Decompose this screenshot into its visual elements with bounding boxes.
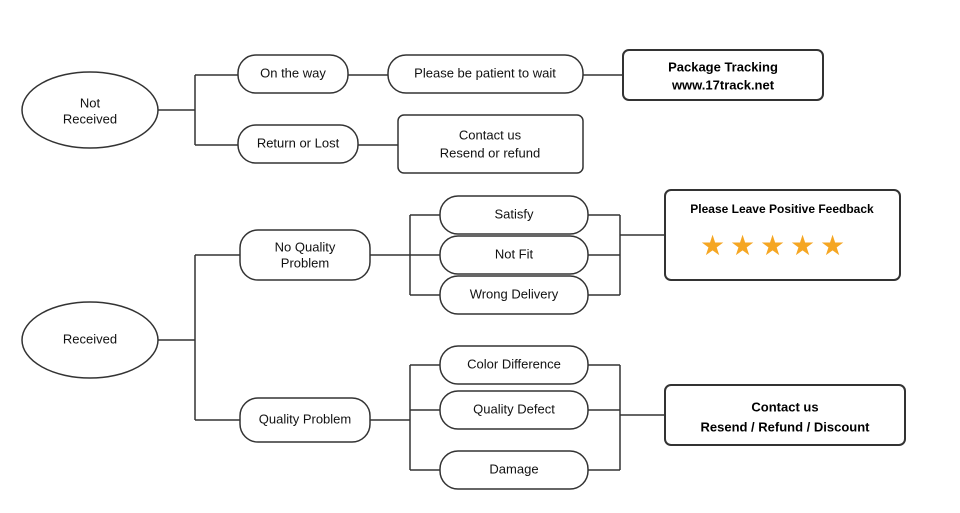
wrong-delivery-label: Wrong Delivery [470,286,559,301]
contact-resend-refund-discount-label1: Contact us [751,399,818,414]
color-difference-label: Color Difference [467,356,561,371]
star5: ★ [820,230,845,261]
not-fit-label: Not Fit [495,246,534,261]
star3: ★ [760,230,785,261]
no-quality-problem-label1: No Quality [275,239,336,254]
contact-resend-refund-label2: Resend or refund [440,145,540,160]
damage-label: Damage [489,461,538,476]
return-or-lost-label: Return or Lost [257,135,340,150]
quality-problem-label: Quality Problem [259,411,351,426]
star1: ★ [700,230,725,261]
contact-resend-refund-label1: Contact us [459,127,522,142]
received-label: Received [63,331,117,346]
package-tracking-label1: Package Tracking [668,59,778,74]
quality-defect-label: Quality Defect [473,401,555,416]
not-received-label: Not [80,95,101,110]
be-patient-label: Please be patient to wait [414,65,556,80]
contact-resend-refund-discount-label2: Resend / Refund / Discount [700,419,870,434]
on-the-way-label: On the way [260,65,326,80]
contact-resend-refund-node [398,115,583,173]
package-tracking-node [623,50,823,100]
star2: ★ [730,230,755,261]
star4: ★ [790,230,815,261]
positive-feedback-label: Please Leave Positive Feedback [690,202,874,216]
satisfy-label: Satisfy [494,206,534,221]
package-tracking-label2: www.17track.net [671,77,775,92]
not-received-label2: Received [63,111,117,126]
contact-resend-refund-discount-box [665,385,905,445]
no-quality-problem-label2: Problem [281,255,329,270]
flowchart-diagram: Not Received On the way Please be patien… [0,0,960,513]
